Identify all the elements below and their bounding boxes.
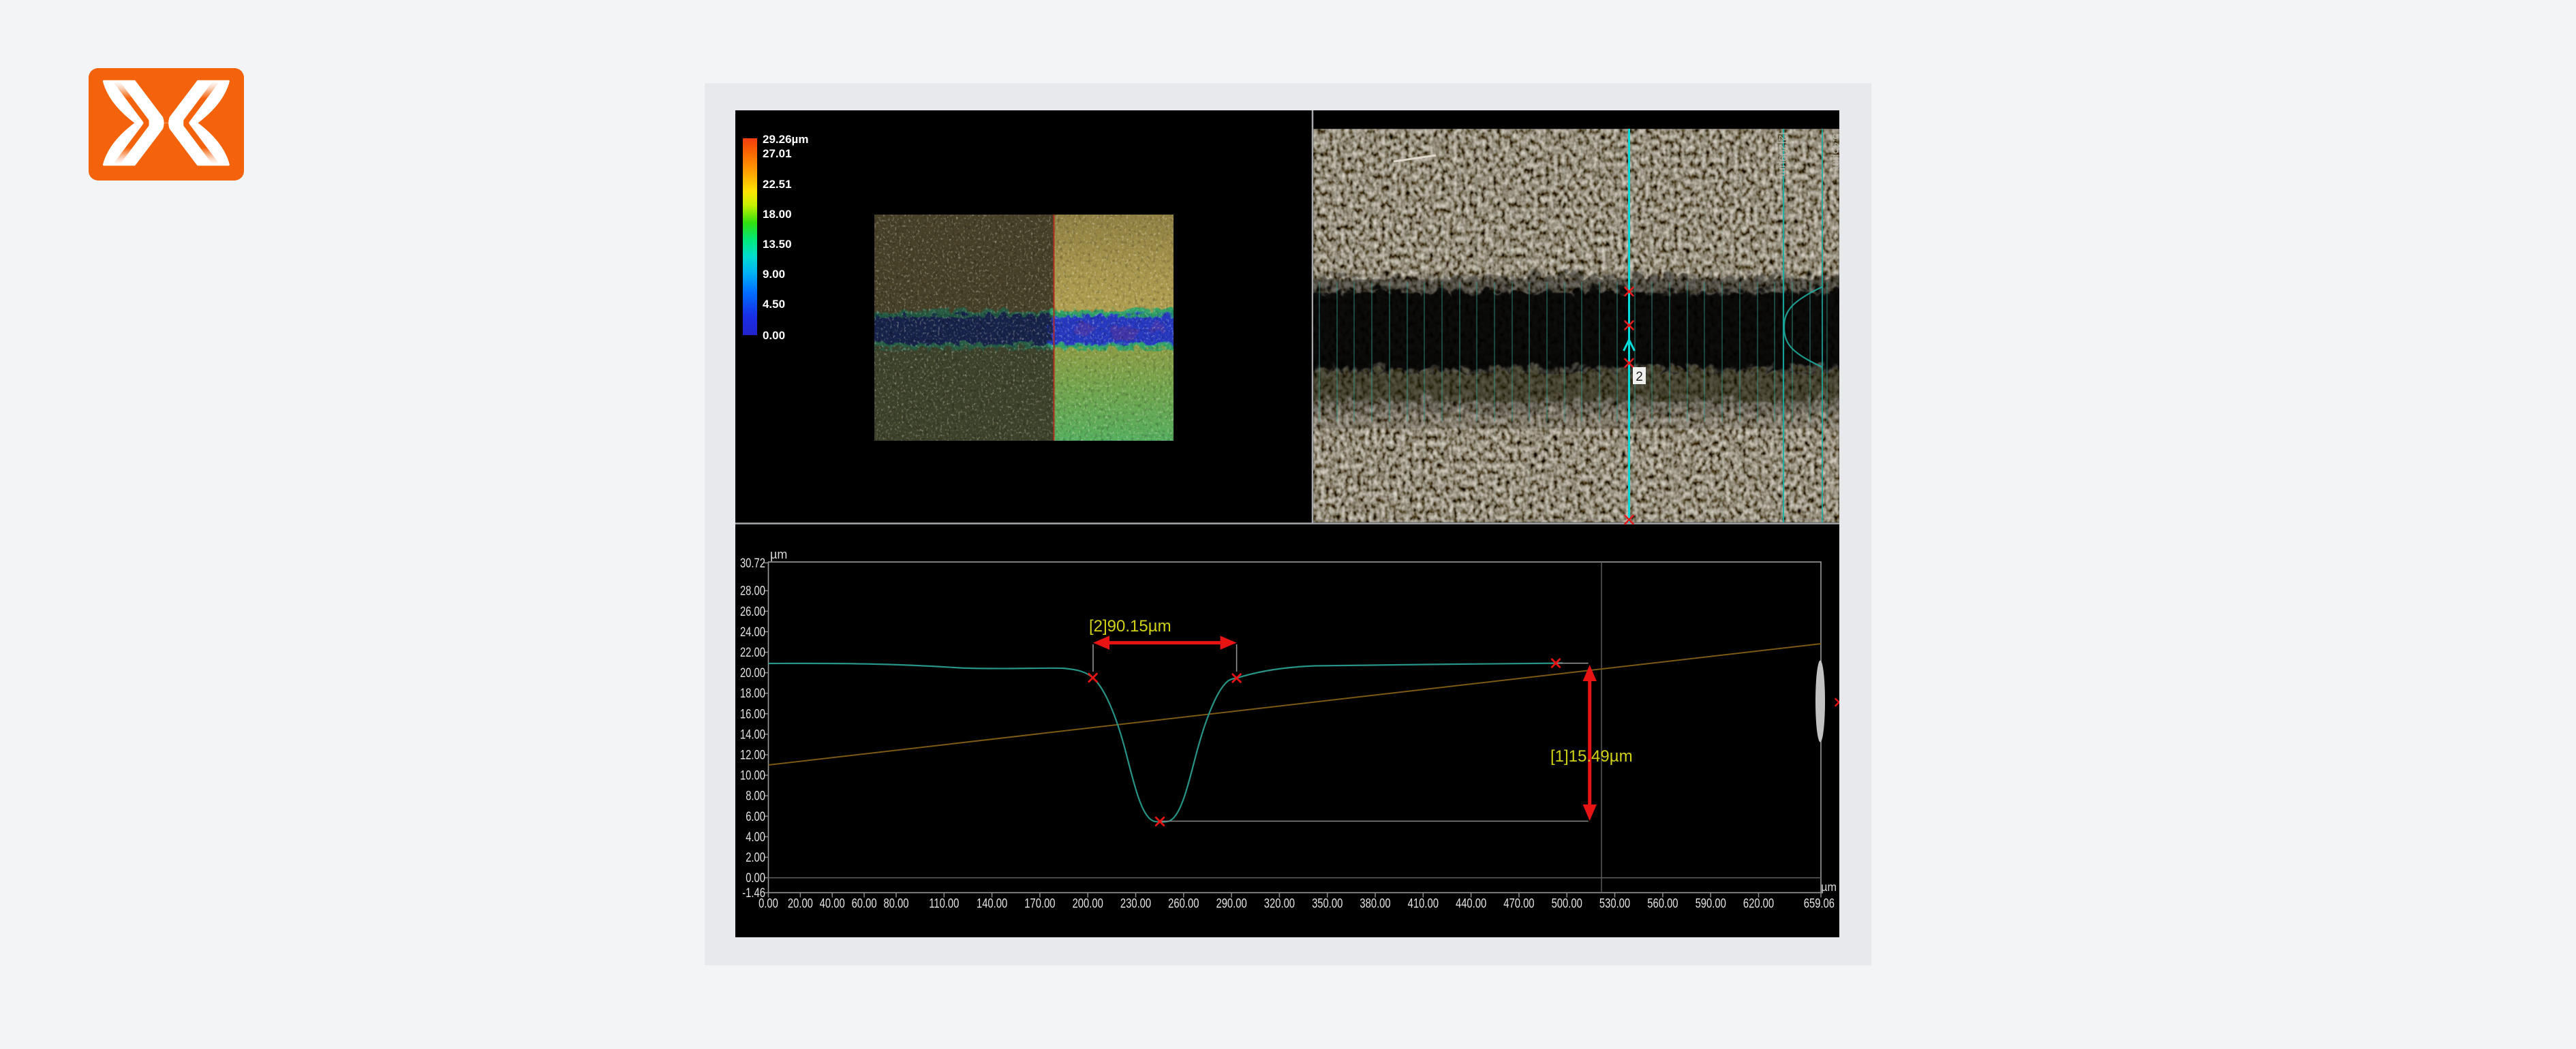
svg-text:290.00: 290.00 (1216, 896, 1246, 911)
svg-text:13.50: 13.50 (763, 238, 792, 251)
svg-text:110.00: 110.00 (929, 896, 959, 911)
svg-text:170.00: 170.00 (1024, 896, 1055, 911)
svg-text:350.00: 350.00 (1312, 896, 1343, 911)
svg-text:22.00: 22.00 (740, 645, 765, 659)
svg-text:140.00: 140.00 (977, 896, 1007, 911)
svg-text:28.00: 28.00 (740, 584, 765, 598)
svg-text:659.06: 659.06 (1804, 896, 1835, 911)
svg-text:22.51: 22.51 (763, 178, 792, 191)
svg-text:2.00: 2.00 (746, 850, 765, 864)
svg-text:260.00: 260.00 (1168, 896, 1199, 911)
svg-text:230.00: 230.00 (1120, 896, 1151, 911)
svg-text:30.72: 30.72 (740, 556, 765, 570)
svg-text:20.00: 20.00 (740, 666, 765, 680)
svg-text:27.01: 27.01 (763, 147, 792, 160)
svg-text:40.00: 40.00 (820, 896, 845, 911)
svg-text:[2]90.15µm: [2]90.15µm (1089, 617, 1171, 636)
svg-text:320.00: 320.00 (1264, 896, 1295, 911)
svg-text:µm: µm (1821, 880, 1837, 894)
svg-text:620.00: 620.00 (1743, 896, 1774, 911)
svg-text:500.00: 500.00 (1552, 896, 1582, 911)
svg-text:26.00: 26.00 (740, 604, 765, 619)
svg-text:60.00: 60.00 (852, 896, 877, 911)
svg-text:8.00: 8.00 (746, 789, 765, 803)
svg-text:9.00: 9.00 (763, 268, 785, 281)
svg-text:10.00: 10.00 (740, 768, 765, 783)
svg-text:410.00: 410.00 (1408, 896, 1439, 911)
svg-text:2: 2 (1636, 370, 1643, 384)
svg-text:29.26µm: 29.26µm (763, 133, 808, 146)
svg-text:200.00: 200.00 (1073, 896, 1103, 911)
svg-text:5.45µm: 5.45µm (1830, 134, 1839, 169)
svg-text:440.00: 440.00 (1456, 896, 1486, 911)
svg-text:4.50: 4.50 (763, 298, 785, 311)
svg-text:0.00: 0.00 (746, 871, 765, 885)
svg-text:[1]15.49µm: [1]15.49µm (1550, 747, 1633, 766)
svg-text:12.00: 12.00 (740, 748, 765, 762)
svg-text:4.00: 4.00 (746, 830, 765, 844)
svg-text:18.00: 18.00 (740, 686, 765, 700)
svg-text:14.00: 14.00 (740, 727, 765, 742)
svg-text:24.00: 24.00 (740, 625, 765, 639)
svg-text:590.00: 590.00 (1696, 896, 1726, 911)
svg-text:0.00: 0.00 (763, 329, 785, 342)
svg-text:530.00: 530.00 (1599, 896, 1630, 911)
svg-text:560.00: 560.00 (1647, 896, 1678, 911)
svg-text:380.00: 380.00 (1360, 896, 1390, 911)
svg-text:470.00: 470.00 (1503, 896, 1534, 911)
svg-text:80.00: 80.00 (883, 896, 908, 911)
svg-text:[2]209µm: [2]209µm (1777, 132, 1788, 176)
svg-text:µm: µm (770, 548, 787, 561)
svg-text:18.00: 18.00 (763, 208, 792, 221)
svg-text:16.00: 16.00 (740, 707, 765, 721)
svg-text:20.00: 20.00 (788, 896, 813, 911)
svg-text:0.00: 0.00 (758, 896, 778, 911)
svg-text:6.00: 6.00 (746, 809, 765, 824)
